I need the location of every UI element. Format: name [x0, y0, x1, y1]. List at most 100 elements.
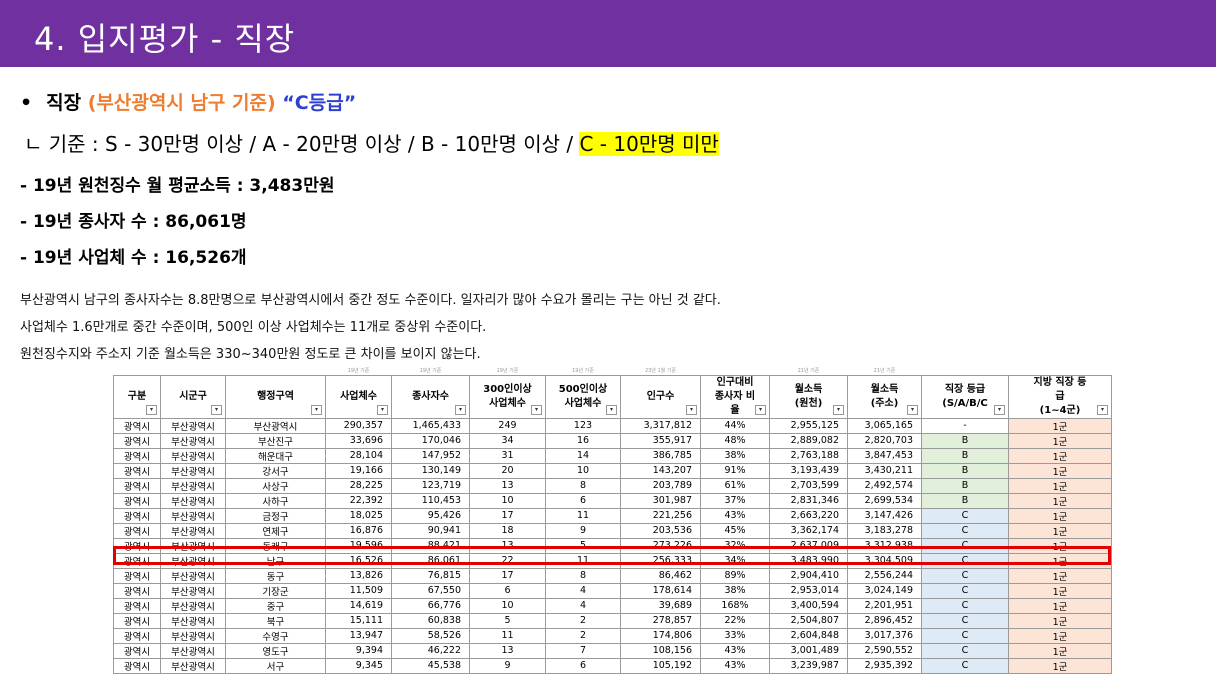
table-cell: 금정구: [225, 507, 326, 524]
table-cell: 3,400,594: [769, 597, 848, 614]
table-cell: 89%: [700, 567, 770, 584]
column-header-label: 월소득 (원천): [794, 383, 823, 409]
table-cell: 2,904,410: [769, 567, 848, 584]
table-cell: 4: [545, 597, 621, 614]
table-cell: 3,847,453: [847, 447, 922, 464]
filter-dropdown-icon[interactable]: ▾: [907, 404, 918, 415]
table-cell: 178,614: [620, 582, 701, 599]
table-cell: 부산광역시: [160, 522, 226, 539]
table-cell: 3,183,278: [847, 522, 922, 539]
column-header-label: 구분: [127, 390, 147, 402]
column-header: 구분 ▾: [113, 374, 161, 419]
table-cell: 43%: [700, 642, 770, 659]
table-cell: 37%: [700, 492, 770, 509]
column-header: 행정구역 ▾: [225, 374, 326, 419]
table-cell: 3,193,439: [769, 462, 848, 479]
filter-dropdown-icon[interactable]: ▾: [146, 404, 157, 415]
column-header: 종사자수 ▾: [391, 374, 470, 419]
table-cell: 2,955,125: [769, 417, 848, 434]
table-cell: 28,104: [325, 447, 392, 464]
table-cell: 1군: [1008, 432, 1112, 449]
table-row: 광역시 부산광역시 금정구 18,025 95,426 17 11 221,256 43% 2,6…: [113, 507, 1112, 524]
source-note: 19년 기준: [572, 368, 594, 375]
stat-income: - 19년 원천징수 월 평균소득 : 3,483만원: [20, 176, 335, 196]
table-cell: 45,538: [391, 657, 470, 674]
table-row: 광역시 부산광역시 강서구 19,166 130,149 20 10 143,207 91% 3,…: [113, 462, 1112, 479]
table-cell: 2,556,244: [847, 567, 922, 584]
table-cell: 14,619: [325, 597, 392, 614]
column-header-label: 500인이상 사업체수: [558, 383, 608, 409]
table-cell: 34: [469, 432, 546, 449]
table-cell: 31: [469, 447, 546, 464]
table-cell: 3,017,376: [847, 627, 922, 644]
table-row: 광역시 부산광역시 중구 14,619 66,776 10 4 39,689 168% 3,400…: [113, 597, 1112, 614]
table-cell: 67,550: [391, 582, 470, 599]
table-cell: 강서구: [225, 462, 326, 479]
table-cell: 서구: [225, 657, 326, 674]
filter-dropdown-icon[interactable]: ▾: [686, 404, 697, 415]
table-cell: 1군: [1008, 567, 1112, 584]
table-cell: 14: [545, 447, 621, 464]
table-cell: 11,509: [325, 582, 392, 599]
filter-dropdown-icon[interactable]: ▾: [377, 404, 388, 415]
table-cell: 8: [545, 477, 621, 494]
table-cell: 광역시: [113, 417, 161, 434]
table-cell: 123: [545, 417, 621, 434]
table-cell: 43%: [700, 657, 770, 674]
table-row: 광역시 부산광역시 사하구 22,392 110,453 10 6 301,987 37% 2,8…: [113, 492, 1112, 509]
table-cell: 2,492,574: [847, 477, 922, 494]
table-cell: C: [921, 507, 1009, 524]
table-cell: 1,465,433: [391, 417, 470, 434]
table-cell: 17: [469, 507, 546, 524]
filter-dropdown-icon[interactable]: ▾: [606, 404, 617, 415]
filter-dropdown-icon[interactable]: ▾: [211, 404, 222, 415]
table-row: 광역시 부산광역시 북구 15,111 60,838 5 2 278,857 22% 2,504,…: [113, 612, 1112, 629]
table-cell: 3,147,426: [847, 507, 922, 524]
table-cell: 13: [469, 642, 546, 659]
table-cell: 1군: [1008, 462, 1112, 479]
table-cell: 8: [545, 567, 621, 584]
table-cell: 광역시: [113, 642, 161, 659]
source-note: 21년 기준: [797, 368, 820, 375]
slide-header: 4. 입지평가 - 직장: [0, 0, 1216, 67]
table-cell: 1군: [1008, 522, 1112, 539]
filter-dropdown-icon[interactable]: ▾: [833, 404, 844, 415]
filter-dropdown-icon[interactable]: ▾: [994, 404, 1005, 415]
table-cell: B: [921, 492, 1009, 509]
table-cell: 105,192: [620, 657, 701, 674]
table-cell: 10: [545, 462, 621, 479]
table-cell: C: [921, 642, 1009, 659]
table-cell: 3,024,149: [847, 582, 922, 599]
table-cell: 16,876: [325, 522, 392, 539]
table-cell: 동구: [225, 567, 326, 584]
column-header-label: 종사자수: [412, 390, 449, 402]
table-row: 광역시 부산광역시 해운대구 28,104 147,952 31 14 386,785 38% 2…: [113, 447, 1112, 464]
table-cell: 18: [469, 522, 546, 539]
table-cell: 108,156: [620, 642, 701, 659]
table-cell: 143,207: [620, 462, 701, 479]
filter-dropdown-icon[interactable]: ▾: [755, 404, 766, 415]
table-cell: 2,763,188: [769, 447, 848, 464]
table-cell: 123,719: [391, 477, 470, 494]
filter-dropdown-icon[interactable]: ▾: [311, 404, 322, 415]
grade-criteria: ㄴ 기준 : S - 30만명 이상 / A - 20만명 이상 / B - 1…: [24, 128, 719, 157]
column-header: 월소득 (주소) ▾: [847, 374, 922, 419]
table-cell: 48%: [700, 432, 770, 449]
filter-dropdown-icon[interactable]: ▾: [531, 404, 542, 415]
filter-dropdown-icon[interactable]: ▾: [455, 404, 466, 415]
table-cell: C: [921, 612, 1009, 629]
table-cell: 9: [545, 522, 621, 539]
source-note: [226, 367, 326, 375]
table-cell: 6: [545, 657, 621, 674]
table-cell: 광역시: [113, 507, 161, 524]
table-cell: 16: [545, 432, 621, 449]
table-cell: 18,025: [325, 507, 392, 524]
column-header-label: 사업체수: [340, 390, 377, 402]
source-note: 21년 기준: [873, 368, 896, 375]
table-cell: 부산광역시: [160, 447, 226, 464]
table-row: 광역시 부산광역시 연제구 16,876 90,941 18 9 203,536 45% 3,36…: [113, 522, 1112, 539]
table-cell: 1군: [1008, 597, 1112, 614]
table-cell: 6: [469, 582, 546, 599]
table-cell: 광역시: [113, 522, 161, 539]
filter-dropdown-icon[interactable]: ▾: [1097, 404, 1108, 415]
